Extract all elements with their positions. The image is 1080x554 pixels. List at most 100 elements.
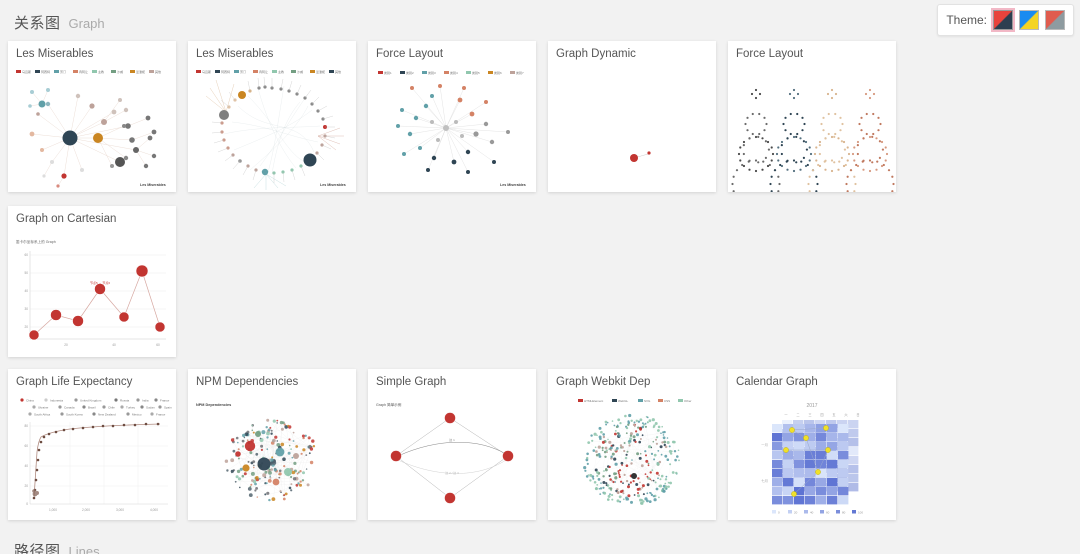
card-thumbnail[interactable]: 马吕斯 珂赛特 芳汀 冉阿让 主教 沙威 爱潘妮 其他 Les Miserabl…	[188, 66, 356, 192]
svg-text:France: France	[156, 413, 166, 417]
svg-text:边 2 / 边 3: 边 2 / 边 3	[445, 470, 459, 475]
card-les-miserables-force[interactable]: Les Miserables 马吕斯 珂赛特 芳汀 冉阿让 主教 沙威 爱潘妮 …	[8, 41, 176, 192]
svg-text:Brazil: Brazil	[88, 406, 96, 410]
section-title-cn: 关系图	[14, 15, 61, 32]
card-thumbnail[interactable]: 笛卡尔坐标系上的 Graph 60 50 40 30 20 20 40 60 节…	[8, 231, 176, 357]
svg-text:三: 三	[808, 413, 811, 417]
theme-label: Theme:	[946, 13, 987, 27]
svg-text:CSS: CSS	[664, 399, 670, 403]
card-thumbnail[interactable]: 马吕斯 珂赛特 芳汀 冉阿让 主教 沙威 爱潘妮 其他 Les Miserabl…	[8, 66, 176, 192]
svg-text:六: 六	[844, 412, 848, 417]
card-title: Les Miserables	[196, 48, 274, 60]
card-force-layout-cluster[interactable]: Force Layout 类别1 类别2 类别3 类别4 类别5 类别6 类别7	[368, 41, 536, 192]
svg-text:SVG: SVG	[644, 399, 651, 403]
svg-text:20: 20	[64, 343, 68, 347]
svg-text:二: 二	[796, 413, 799, 417]
svg-text:其他: 其他	[155, 69, 161, 74]
card-les-miserables-circular[interactable]: Les Miserables 马吕斯 珂赛特 芳汀 冉阿让 主教 沙威 爱潘妮 …	[188, 41, 356, 192]
chart-title: 笛卡尔坐标系上的 Graph	[16, 239, 56, 244]
svg-text:马吕斯: 马吕斯	[22, 69, 31, 74]
svg-text:New Zealand: New Zealand	[98, 413, 116, 417]
theme-swatch-default[interactable]	[991, 8, 1015, 32]
card-title: NPM Dependencies	[196, 376, 299, 388]
theme-selector[interactable]: Theme:	[937, 4, 1074, 36]
svg-text:100: 100	[858, 510, 863, 514]
card-simple-graph[interactable]: Simple Graph Graph 简单示例 边 1 边 2 / 边 3	[368, 369, 536, 520]
svg-text:珂赛特: 珂赛特	[41, 69, 50, 74]
svg-text:50: 50	[24, 271, 28, 275]
card-graph-webkit-dep[interactable]: Graph Webkit Dep HTMLElement WebGL SVG C…	[548, 369, 716, 520]
card-thumbnail[interactable]: Graph 简单示例 边 1 边 2 / 边 3	[368, 394, 536, 520]
svg-text:日: 日	[856, 413, 859, 417]
section-title-en: Lines	[68, 544, 100, 554]
svg-text:类别3: 类别3	[428, 70, 436, 75]
section-header-graph: 关系图 Graph	[0, 0, 1080, 41]
svg-text:80: 80	[24, 424, 28, 428]
svg-text:40: 40	[112, 343, 116, 347]
svg-text:20: 20	[24, 325, 28, 329]
svg-text:80: 80	[842, 510, 846, 514]
svg-text:四: 四	[820, 413, 823, 417]
card-title: Les Miserables	[16, 48, 94, 60]
card-title: Simple Graph	[376, 376, 447, 388]
card-title: Calendar Graph	[736, 376, 818, 388]
svg-text:一: 一	[784, 413, 788, 417]
card-thumbnail[interactable]	[728, 66, 896, 192]
svg-text:主教: 主教	[98, 69, 104, 74]
svg-text:40: 40	[24, 289, 28, 293]
svg-text:其他: 其他	[335, 69, 341, 74]
section-title-cn: 路径图	[14, 543, 61, 554]
svg-text:60: 60	[156, 343, 160, 347]
card-graph-on-cartesian[interactable]: Graph on Cartesian 笛卡尔坐标系上的 Graph 60 50 40	[8, 206, 176, 357]
card-thumbnail[interactable]: China Indonesia United Kingdom Russia In…	[8, 394, 176, 520]
chart-title: Graph 简单示例	[376, 402, 402, 407]
svg-text:HTMLElement: HTMLElement	[584, 399, 603, 403]
card-thumbnail[interactable]: 2017 一 二 三 四 五 六 日 一月 七月 0 20 40 60 80 100	[728, 394, 896, 520]
card-thumbnail[interactable]: 类别1 类别2 类别3 类别4 类别5 类别6 类别7 Les Miserabl…	[368, 66, 536, 192]
svg-text:Canada: Canada	[64, 406, 75, 410]
svg-text:France: France	[160, 399, 170, 403]
theme-swatch-dark[interactable]	[1045, 10, 1065, 30]
svg-text:芳汀: 芳汀	[60, 69, 66, 74]
thumbnail-watermark: Les Miserables	[320, 183, 346, 187]
svg-text:3,000: 3,000	[116, 508, 124, 512]
svg-text:40: 40	[810, 510, 814, 514]
card-graph-life-expectancy[interactable]: Graph Life Expectancy China Indonesia Un…	[8, 369, 176, 520]
svg-text:4,000: 4,000	[150, 508, 158, 512]
svg-text:沙威: 沙威	[297, 69, 303, 74]
svg-text:类别7: 类别7	[516, 70, 524, 75]
svg-text:South Africa: South Africa	[34, 413, 51, 417]
card-npm-dependencies[interactable]: NPM Dependencies NPM Dependencies	[188, 369, 356, 520]
card-thumbnail[interactable]: HTMLElement WebGL SVG CSS Other	[548, 394, 716, 520]
svg-text:冉阿让: 冉阿让	[79, 69, 88, 74]
section-header-lines: 路径图 Lines	[0, 534, 1080, 554]
svg-text:七月: 七月	[761, 478, 768, 483]
card-calendar-graph[interactable]: Calendar Graph 2017 一 二 三 四 五 六 日 一月 七月 0 20 4…	[728, 369, 896, 520]
card-title: Graph Dynamic	[556, 48, 636, 60]
svg-text:2,000: 2,000	[82, 508, 90, 512]
svg-text:Russia: Russia	[120, 399, 130, 403]
theme-swatch-light[interactable]	[1019, 10, 1039, 30]
svg-text:Ukraine: Ukraine	[38, 406, 49, 410]
section-title-en: Graph	[68, 16, 105, 31]
svg-text:爱潘妮: 爱潘妮	[316, 69, 325, 74]
card-thumbnail[interactable]	[548, 66, 716, 192]
svg-text:Turkey: Turkey	[126, 406, 136, 410]
svg-text:类别6: 类别6	[494, 70, 502, 75]
svg-text:Spain: Spain	[164, 406, 172, 410]
svg-text:60: 60	[24, 444, 28, 448]
card-grid-graph-row2: Graph Life Expectancy China Indonesia Un…	[0, 369, 1080, 534]
card-graph-dynamic[interactable]: Graph Dynamic	[548, 41, 716, 192]
card-force-layout-rings[interactable]: Force Layout	[728, 41, 896, 192]
svg-text:沙威: 沙威	[117, 69, 123, 74]
card-grid-graph: Les Miserables 马吕斯 珂赛特 芳汀 冉阿让 主教 沙威 爱潘妮 …	[0, 41, 1080, 371]
svg-text:五: 五	[832, 413, 836, 417]
svg-text:芳汀: 芳汀	[240, 69, 246, 74]
svg-text:20: 20	[794, 510, 798, 514]
card-thumbnail[interactable]: NPM Dependencies	[188, 394, 356, 520]
thumbnail-watermark: Les Miserables	[500, 183, 526, 187]
svg-text:60: 60	[826, 510, 830, 514]
svg-text:边 1: 边 1	[449, 437, 455, 442]
svg-text:冉阿让: 冉阿让	[259, 69, 268, 74]
svg-text:类别1: 类别1	[384, 70, 392, 75]
